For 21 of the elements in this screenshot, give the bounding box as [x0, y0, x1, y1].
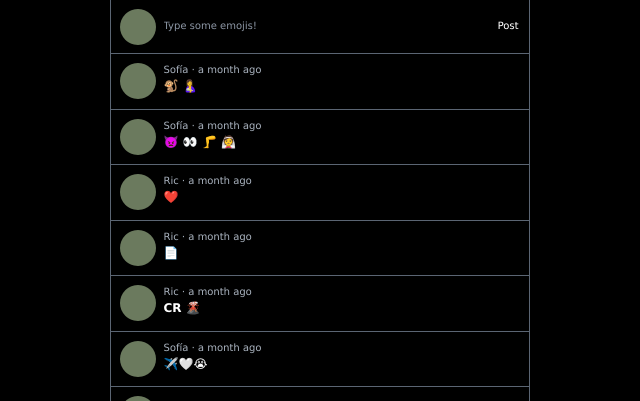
- post-content: 🐒 🤱: [164, 79, 199, 93]
- avatar-photo-placeholder: [120, 8, 156, 44]
- avatar-photo-placeholder: [120, 63, 156, 100]
- post-byline: Sofía · a month ago: [164, 342, 262, 354]
- post-content: ✈🤍😭: [164, 356, 209, 370]
- post-button[interactable]: Post: [496, 19, 520, 34]
- avatar-photo-placeholder: [120, 340, 156, 377]
- avatar-photo-placeholder: [120, 174, 156, 210]
- avatar-photo-placeholder: [120, 230, 156, 266]
- post-byline: Ric · a month ago: [164, 232, 252, 242]
- post-byline: Sofía · a month ago: [164, 120, 262, 132]
- avatar-photo-placeholder: [120, 118, 156, 155]
- post-content: ❤: [164, 190, 180, 204]
- post-content: CR 🌋: [164, 301, 202, 315]
- post-content: 👿 👀 🦵 👰: [164, 134, 238, 148]
- post-byline: Ric · a month ago: [164, 176, 252, 187]
- post-byline: Sofía · a month ago: [164, 65, 262, 76]
- emoji-input-field[interactable]: Type some emojis!: [164, 19, 489, 34]
- avatar-photo-placeholder: [120, 285, 156, 322]
- post-byline: Ric · a month ago: [164, 287, 252, 298]
- post-content: 📄: [164, 246, 180, 260]
